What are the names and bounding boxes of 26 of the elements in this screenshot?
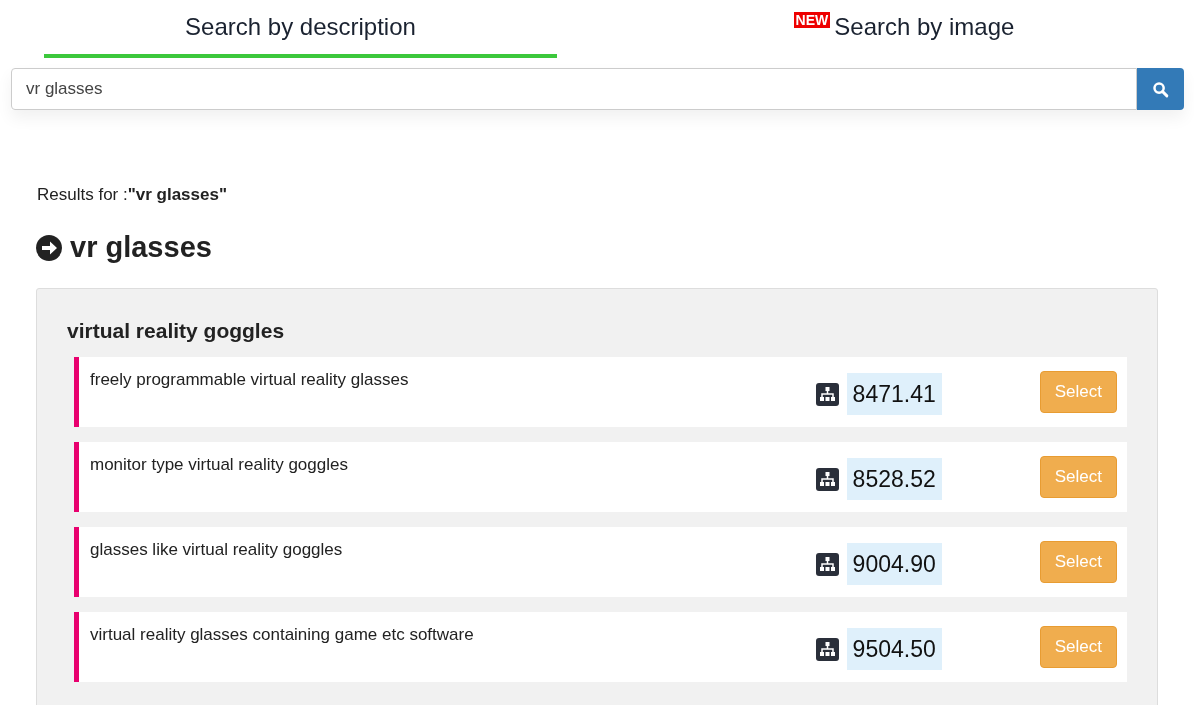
results-label: Results for :"vr glasses" bbox=[37, 185, 228, 205]
hierarchy-icon bbox=[815, 468, 839, 491]
select-button[interactable]: Select bbox=[1039, 626, 1117, 668]
result-text: glasses like virtual reality goggles bbox=[90, 540, 344, 560]
select-button[interactable]: Select bbox=[1039, 371, 1117, 413]
score-value: 9504.50 bbox=[846, 628, 942, 670]
hierarchy-icon bbox=[815, 383, 839, 406]
search-button[interactable] bbox=[1137, 68, 1184, 110]
tab[interactable]: Search by description bbox=[44, 0, 557, 58]
select-button[interactable]: Select bbox=[1039, 541, 1117, 583]
select-button[interactable]: Select bbox=[1039, 456, 1117, 498]
search-field[interactable]: vr glasses bbox=[11, 68, 1137, 110]
result-text: freely programmable virtual reality glasses bbox=[90, 370, 410, 390]
search-icon bbox=[1152, 80, 1169, 98]
new-badge: NEW bbox=[793, 12, 831, 28]
hierarchy-icon bbox=[815, 553, 839, 576]
category-heading: vr glasses bbox=[70, 231, 212, 264]
score-value: 8528.52 bbox=[846, 458, 942, 500]
result-text: monitor type virtual reality goggles bbox=[90, 455, 349, 475]
tab[interactable]: NEW Search by image bbox=[667, 0, 1141, 58]
score-value: 8471.41 bbox=[846, 373, 942, 415]
group-title: virtual reality goggles bbox=[67, 319, 286, 343]
score-value: 9004.90 bbox=[846, 543, 942, 585]
hierarchy-icon bbox=[815, 638, 839, 661]
arrow-circle-icon bbox=[36, 234, 62, 261]
result-text: virtual reality glasses containing game etc software bbox=[90, 625, 475, 645]
